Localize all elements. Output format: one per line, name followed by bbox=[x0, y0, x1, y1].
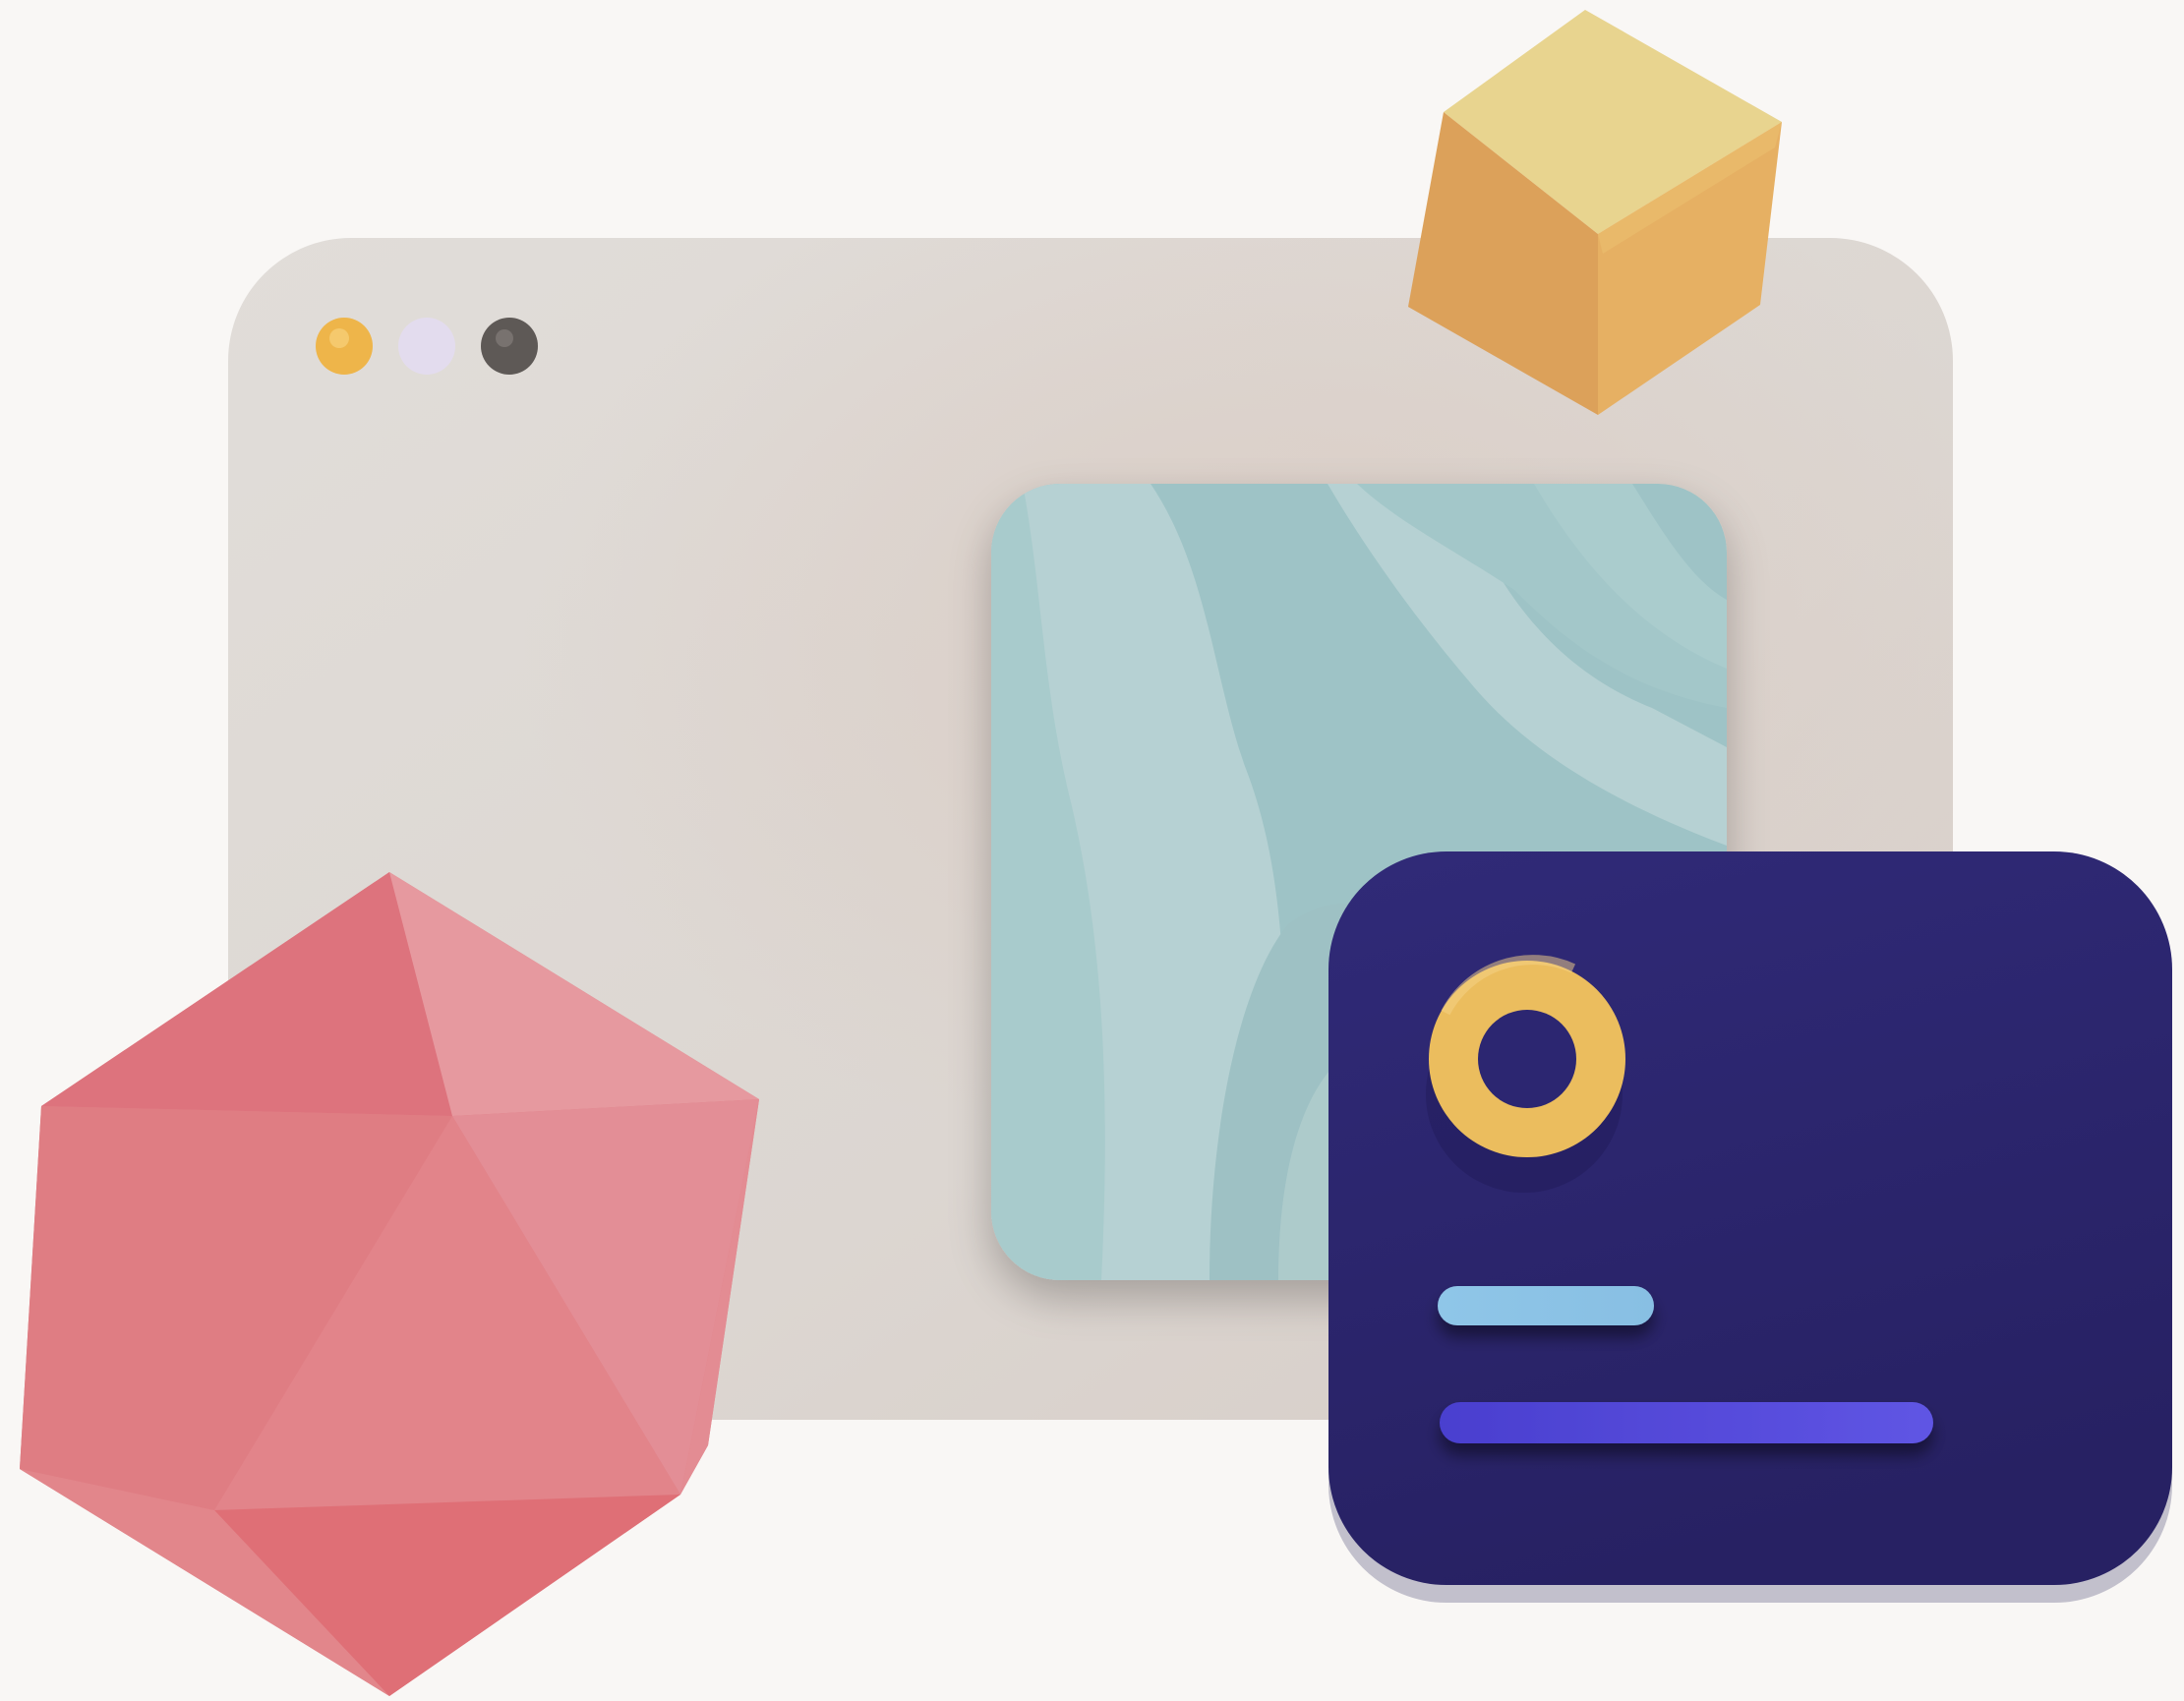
ring-avatar-icon bbox=[1426, 955, 1625, 1193]
short-line bbox=[1438, 1286, 1654, 1325]
illustration-canvas bbox=[20, 10, 2172, 1696]
id-card-illustration bbox=[1328, 851, 2172, 1603]
gray-dot bbox=[481, 318, 538, 375]
lavender-dot bbox=[398, 318, 455, 375]
illustration-scene bbox=[0, 0, 2184, 1701]
window-controls bbox=[316, 318, 538, 375]
long-line bbox=[1440, 1402, 1933, 1443]
